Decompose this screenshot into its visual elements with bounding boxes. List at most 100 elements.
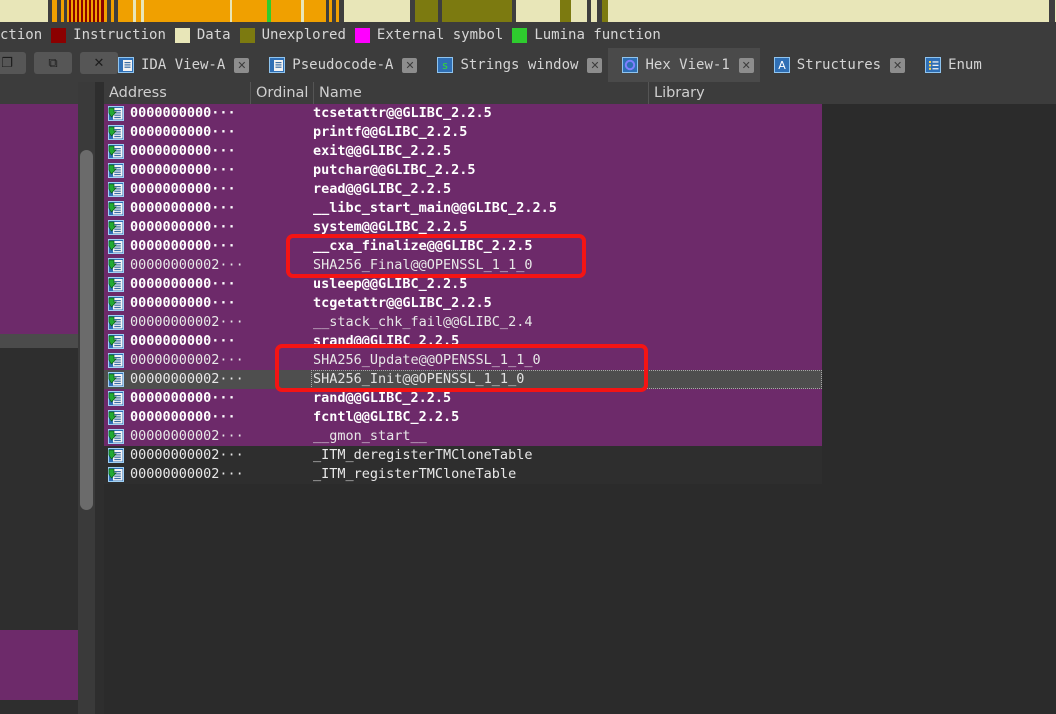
import-row[interactable]: 00000000002··· SHA256_Init@@OPENSSL_1_1_0 bbox=[104, 370, 822, 389]
import-row[interactable]: 00000000002··· __gmon_start__ bbox=[104, 427, 822, 446]
legend-label: Unexplored bbox=[261, 26, 346, 43]
import-row[interactable]: 00000000002··· SHA256_Update@@OPENSSL_1_1… bbox=[104, 351, 822, 370]
import-row[interactable]: 00000000002··· SHA256_Final@@OPENSSL_1_1_… bbox=[104, 256, 822, 275]
cell-address: 0000000000··· bbox=[130, 276, 236, 292]
import-row[interactable]: 0000000000··· putchar@@GLIBC_2.2.5 bbox=[104, 161, 822, 180]
cell-name: __gmon_start__ bbox=[313, 428, 427, 444]
import-row[interactable]: 0000000000··· system@@GLIBC_2.2.5 bbox=[104, 218, 822, 237]
cell-address: 0000000000··· bbox=[130, 409, 236, 425]
left-dock-block bbox=[0, 348, 78, 630]
cell-address: 0000000000··· bbox=[130, 200, 236, 216]
cell-ordinal bbox=[250, 294, 310, 313]
column-header-name[interactable]: Name bbox=[313, 82, 648, 104]
import-row[interactable]: 0000000000··· srand@@GLIBC_2.2.5 bbox=[104, 332, 822, 351]
navigator-legend: ction Instruction Data Unexplored External … bbox=[0, 22, 1056, 48]
cell-name: _ITM_registerTMCloneTable bbox=[313, 466, 517, 482]
import-entry-icon bbox=[108, 220, 124, 235]
cell-ordinal bbox=[250, 275, 310, 294]
navigator-band[interactable] bbox=[0, 0, 1056, 22]
column-header-library[interactable]: Library bbox=[648, 82, 1056, 104]
selection-focus-outline bbox=[311, 370, 822, 389]
cell-address: 0000000000··· bbox=[130, 333, 236, 349]
cell-ordinal bbox=[250, 180, 310, 199]
legend-item: Data bbox=[174, 26, 240, 43]
import-row[interactable]: 0000000000··· tcsetattr@@GLIBC_2.2.5 bbox=[104, 104, 822, 123]
tab-label: IDA View-A bbox=[141, 57, 226, 73]
tab-close-icon[interactable]: ✕ bbox=[738, 57, 754, 73]
svg-text:s: s bbox=[442, 59, 449, 72]
left-dock-block bbox=[0, 104, 78, 334]
cell-name: SHA256_Update@@OPENSSL_1_1_0 bbox=[313, 352, 541, 368]
cell-name: srand@@GLIBC_2.2.5 bbox=[313, 333, 460, 349]
import-entry-icon bbox=[108, 144, 124, 159]
import-entry-icon bbox=[108, 182, 124, 197]
import-row[interactable]: 00000000002··· _ITM_registerTMCloneTable bbox=[104, 465, 822, 484]
import-row[interactable]: 0000000000··· rand@@GLIBC_2.2.5 bbox=[104, 389, 822, 408]
import-row[interactable]: 0000000000··· __libc_start_main@@GLIBC_2.… bbox=[104, 199, 822, 218]
import-row[interactable]: 0000000000··· __cxa_finalize@@GLIBC_2.2.5 bbox=[104, 237, 822, 256]
navigator-segment bbox=[271, 0, 301, 22]
cell-address: 0000000000··· bbox=[130, 295, 236, 311]
cell-name: __libc_start_main@@GLIBC_2.2.5 bbox=[313, 200, 557, 216]
cell-address: 0000000000··· bbox=[130, 219, 236, 235]
left-dock-scrollbar-thumb[interactable] bbox=[80, 150, 93, 510]
tab-close-icon[interactable]: ✕ bbox=[890, 57, 906, 73]
tab-hex-view-1[interactable]: Hex View-1 ✕ bbox=[608, 48, 760, 82]
left-dock-block bbox=[0, 82, 78, 104]
legend-label: Instruction bbox=[73, 26, 166, 43]
import-entry-icon bbox=[108, 372, 124, 387]
column-header-ordinal[interactable]: Ordinal bbox=[250, 82, 313, 104]
tab-label: Structures bbox=[796, 57, 882, 73]
cell-ordinal bbox=[250, 218, 310, 237]
tab-pseudocode-a[interactable]: Pseudocode-A ✕ bbox=[255, 48, 423, 82]
import-row[interactable]: 0000000000··· tcgetattr@@GLIBC_2.2.5 bbox=[104, 294, 822, 313]
cell-ordinal bbox=[250, 123, 310, 142]
navigator-segment bbox=[608, 0, 1049, 22]
legend-label: Data bbox=[196, 26, 231, 43]
restore-button[interactable]: ⧉ bbox=[34, 52, 72, 74]
cell-ordinal bbox=[250, 313, 310, 332]
tab-close-icon[interactable]: ✕ bbox=[234, 57, 250, 73]
cell-address: 00000000002··· bbox=[130, 447, 244, 463]
import-entry-icon bbox=[108, 353, 124, 368]
import-row[interactable]: 0000000000··· fcntl@@GLIBC_2.2.5 bbox=[104, 408, 822, 427]
cell-name: SHA256_Final@@OPENSSL_1_1_0 bbox=[313, 257, 533, 273]
tab-enum[interactable]: Enum bbox=[911, 48, 988, 82]
minimize-button[interactable]: ❐ bbox=[0, 52, 26, 74]
import-row[interactable]: 0000000000··· printf@@GLIBC_2.2.5 bbox=[104, 123, 822, 142]
legend-item: External symbol bbox=[354, 27, 512, 43]
import-row[interactable]: 00000000002··· __stack_chk_fail@@GLIBC_2.… bbox=[104, 313, 822, 332]
import-entry-icon bbox=[108, 125, 124, 140]
navigator-segment bbox=[560, 0, 571, 22]
left-dock-block bbox=[0, 700, 78, 714]
import-row[interactable]: 0000000000··· exit@@GLIBC_2.2.5 bbox=[104, 142, 822, 161]
tab-ida-view-a[interactable]: IDA View-A ✕ bbox=[104, 48, 255, 82]
legend-label: Lumina function bbox=[534, 26, 661, 43]
cell-address: 0000000000··· bbox=[130, 105, 236, 121]
cell-ordinal bbox=[250, 199, 310, 218]
tab-close-icon[interactable]: ✕ bbox=[587, 57, 603, 73]
import-row[interactable]: 0000000000··· usleep@@GLIBC_2.2.5 bbox=[104, 275, 822, 294]
cell-ordinal bbox=[250, 256, 310, 275]
cell-ordinal bbox=[250, 446, 310, 465]
cell-ordinal bbox=[250, 370, 310, 389]
column-header-row: Address Ordinal Name Library bbox=[104, 82, 1056, 104]
tab-strings-window[interactable]: s Strings window ✕ bbox=[423, 48, 608, 82]
import-row[interactable]: 00000000002··· _ITM_deregisterTMCloneTabl… bbox=[104, 446, 822, 465]
tab-structures[interactable]: A Structures ✕ bbox=[760, 48, 911, 82]
import-row[interactable]: 0000000000··· read@@GLIBC_2.2.5 bbox=[104, 180, 822, 199]
tab-close-icon[interactable]: ✕ bbox=[402, 57, 418, 73]
import-entry-icon bbox=[108, 334, 124, 349]
import-entry-icon bbox=[108, 448, 124, 463]
import-entry-icon bbox=[108, 296, 124, 311]
structures-icon: A bbox=[773, 57, 790, 73]
cell-name: system@@GLIBC_2.2.5 bbox=[313, 219, 468, 235]
cell-ordinal bbox=[250, 237, 310, 256]
import-entry-icon bbox=[108, 315, 124, 330]
legend-swatch bbox=[354, 27, 370, 43]
navigator-segment bbox=[516, 0, 560, 22]
cell-address: 0000000000··· bbox=[130, 238, 236, 254]
import-entry-icon bbox=[108, 163, 124, 178]
column-header-address[interactable]: Address bbox=[104, 82, 250, 104]
cell-address: 0000000000··· bbox=[130, 124, 236, 140]
